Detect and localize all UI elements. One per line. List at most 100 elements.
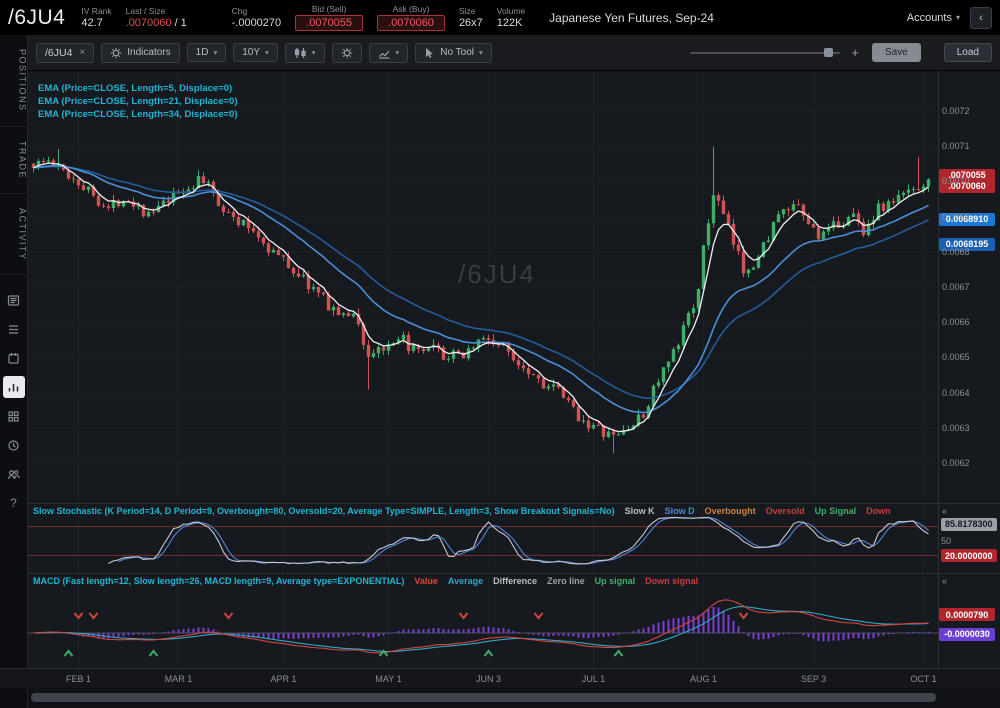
ema-label: EMA (Price=CLOSE, Length=34, Displace=0) (38, 108, 237, 121)
y-axis-tick: 0.0063 (942, 423, 970, 433)
stochastic-label: Slow Stochastic (K Period=14, D Period=9… (33, 506, 615, 516)
last-value: .0070060 (126, 17, 172, 29)
ask-button[interactable]: .0070060 (377, 15, 445, 31)
stochastic-header: Slow Stochastic (K Period=14, D Period=9… (33, 506, 891, 516)
y-axis-tick: 0.0071 (942, 141, 970, 151)
last-size-field: Last / Size .0070060 / 1 (126, 6, 218, 29)
x-axis-label: SEP 3 (801, 674, 826, 684)
x-axis-label: MAR 1 (165, 674, 193, 684)
legend-value: Value (414, 576, 438, 586)
help-icon[interactable]: ? (3, 492, 25, 514)
trading-platform: /6JU4 IV Rank 42.7 Last / Size .0070060 … (0, 0, 1000, 708)
chart-settings-button[interactable] (332, 43, 362, 63)
accounts-dropdown[interactable]: Accounts ▾ (907, 12, 960, 24)
macd-collapse-button[interactable]: « (942, 576, 947, 586)
watchlist-icon[interactable] (3, 347, 25, 369)
legend-slow-k: Slow K (625, 506, 655, 516)
sidebar-tab-positions[interactable]: POSITIONS (0, 35, 28, 127)
sidebar-tab-activity[interactable]: ACTIVITY (0, 194, 28, 276)
volume-value: 122K (497, 17, 525, 29)
svg-text:/6JU4: /6JU4 (458, 259, 536, 289)
zoom-slider[interactable] (690, 52, 840, 54)
chg-label: Chg (232, 6, 282, 16)
chart-scrollbar[interactable] (28, 688, 1000, 708)
price-chart-canvas[interactable]: /6JU4 (28, 71, 938, 503)
chevron-down-icon: ▾ (479, 48, 483, 57)
ask-label: Ask (Buy) (393, 4, 430, 14)
legend-average: Average (448, 576, 483, 586)
legend-oversold: Oversold (766, 506, 805, 516)
bid-button[interactable]: .0070055 (295, 15, 363, 31)
x-axis-label: OCT 1 (910, 674, 936, 684)
drawing-tool-dropdown[interactable]: No Tool ▾ (415, 43, 492, 63)
panel-divider (28, 573, 1000, 574)
x-axis-label: JUL 1 (582, 674, 605, 684)
macd-diff-badge: -0.0000030 (939, 628, 995, 641)
journal-icon[interactable] (3, 289, 25, 311)
ema-study-labels: EMA (Price=CLOSE, Length=5, Displace=0) … (38, 82, 237, 121)
macd-panel-canvas[interactable] (28, 573, 938, 668)
x-axis-label: FEB 1 (66, 674, 91, 684)
bid-field: Bid (Sell) .0070055 (295, 4, 363, 31)
compare-icon (378, 47, 391, 59)
chevron-down-icon: ▾ (213, 48, 217, 57)
quote-header: /6JU4 IV Rank 42.7 Last / Size .0070060 … (0, 0, 1000, 35)
ema-label: EMA (Price=CLOSE, Length=21, Displace=0) (38, 95, 237, 108)
stochastic-oversold-value: 20.0000000 (941, 549, 997, 562)
x-axis-label: APR 1 (270, 674, 296, 684)
legend-overbought: Overbought (705, 506, 756, 516)
chevron-down-icon: ▾ (956, 13, 960, 22)
volume-label: Volume (497, 6, 525, 16)
legend-up-signal: Up Signal (815, 506, 857, 516)
chart-toolbar: /6JU4 × Indicators 1D ▾ 10Y ▾ ▾ ▾ No Too… (28, 35, 1000, 71)
chart-symbol-tab[interactable]: /6JU4 × (36, 43, 94, 63)
x-axis-label: AUG 1 (690, 674, 717, 684)
scrollbar-thumb[interactable] (31, 693, 936, 702)
gear-icon (110, 47, 122, 59)
close-icon[interactable]: × (79, 47, 85, 58)
save-button[interactable]: Save (872, 43, 921, 62)
axis-divider (938, 71, 939, 668)
range-dropdown[interactable]: 10Y ▾ (233, 43, 278, 62)
y-axis-tick: 0.0072 (942, 106, 970, 116)
y-axis-tick: 0.0065 (942, 352, 970, 362)
stochastic-collapse-button[interactable]: « (942, 506, 947, 516)
legend-down-signal: Down (866, 506, 891, 516)
iv-rank-label: IV Rank (81, 6, 111, 16)
chart-icon[interactable] (3, 376, 25, 398)
legend-difference: Difference (493, 576, 537, 586)
bid-label: Bid (Sell) (312, 4, 346, 14)
stochastic-mid-value: 50 (941, 536, 951, 546)
left-sidebar: POSITIONS TRADE ACTIVITY (0, 35, 28, 708)
sidebar-tab-trade[interactable]: TRADE (0, 127, 28, 194)
volume-field: Volume 122K (497, 6, 525, 29)
symbol-title: /6JU4 (8, 6, 65, 30)
timeframe-dropdown[interactable]: 1D ▾ (187, 43, 227, 62)
ask-field: Ask (Buy) .0070060 (377, 4, 445, 31)
size-field: Size 26x7 (459, 6, 483, 29)
legend-slow-d: Slow D (665, 506, 695, 516)
size-label: Size (459, 6, 483, 16)
collapse-header-button[interactable]: ‹ (970, 7, 992, 29)
panel-divider (28, 503, 1000, 504)
layout-dropdown[interactable]: ▾ (369, 43, 409, 63)
history-icon[interactable] (3, 434, 25, 456)
last-size: / 1 (175, 17, 187, 29)
zoom-in-button[interactable]: + (851, 45, 859, 60)
indicators-button[interactable]: Indicators (101, 43, 179, 63)
load-button[interactable]: Load (944, 43, 992, 62)
candlestick-icon (294, 47, 307, 59)
macd-header: MACD (Fast length=12, Slow length=26, MA… (33, 576, 698, 586)
gear-icon (341, 47, 353, 59)
size-value: 26x7 (459, 17, 483, 29)
stochastic-current-value: 85.8178300 (941, 518, 997, 531)
instrument-description: Japanese Yen Futures, Sep-24 (549, 11, 714, 25)
list-icon[interactable] (3, 318, 25, 340)
zoom-slider-handle[interactable] (824, 48, 833, 57)
chevron-down-icon: ▾ (265, 48, 269, 57)
iv-rank-value: 42.7 (81, 17, 111, 29)
chart-type-dropdown[interactable]: ▾ (285, 43, 325, 63)
social-icon[interactable] (3, 463, 25, 485)
macd-label: MACD (Fast length=12, Slow length=26, MA… (33, 576, 404, 586)
grid-icon[interactable] (3, 405, 25, 427)
